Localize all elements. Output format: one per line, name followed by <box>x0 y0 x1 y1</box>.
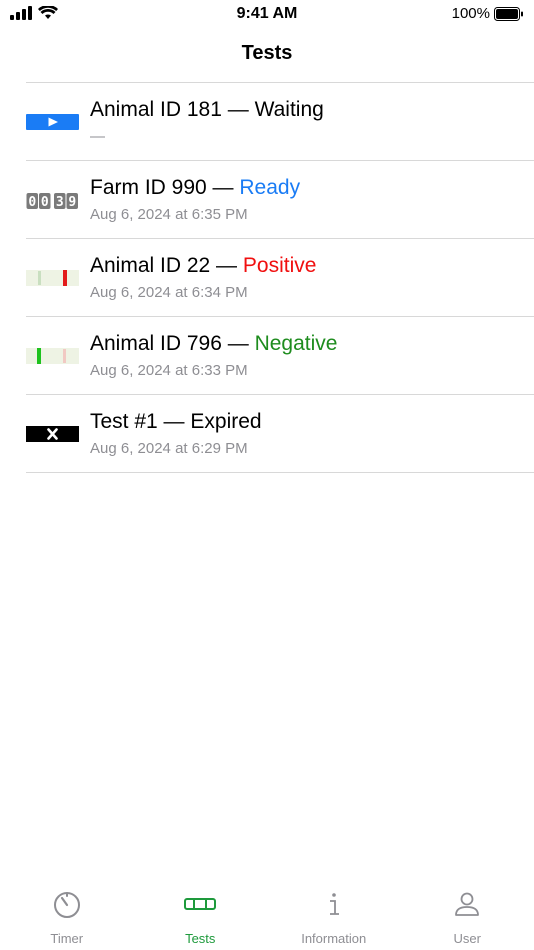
expired-icon <box>26 426 79 442</box>
test-status: Waiting <box>254 98 324 121</box>
test-row-animal-796[interactable]: Animal ID 796 — Negative Aug 6, 2024 at … <box>0 317 534 395</box>
tab-tests[interactable]: Tests <box>134 882 268 950</box>
tab-label: Tests <box>185 931 216 946</box>
test-date: Aug 6, 2024 at 6:34 PM <box>90 284 248 301</box>
test-date: Aug 6, 2024 at 6:33 PM <box>90 362 248 379</box>
test-status: Negative <box>254 332 338 355</box>
tab-label: Information <box>301 931 367 946</box>
tab-label: User <box>453 931 481 946</box>
countdown-digit: 3 <box>56 195 64 209</box>
test-title: Farm ID 990 — Ready <box>90 176 301 199</box>
countdown-digit: 0 <box>28 195 36 209</box>
test-title: Animal ID 22 — Positive <box>90 254 317 277</box>
status-right: 100% <box>452 5 524 22</box>
tab-timer[interactable]: Timer <box>0 882 134 950</box>
person-icon <box>455 892 480 916</box>
test-date: — <box>90 128 105 145</box>
tab-label: Timer <box>50 931 84 946</box>
timer-icon <box>53 892 80 918</box>
test-date: Aug 6, 2024 at 6:35 PM <box>90 206 248 223</box>
battery-icon <box>494 6 523 21</box>
status-bar: 9:41 AM 100% <box>0 0 534 30</box>
tab-bar: Timer Tests Information User <box>0 882 534 950</box>
test-strip-icon <box>184 898 217 910</box>
page-title: Tests <box>241 42 293 64</box>
info-icon <box>329 893 339 915</box>
test-title: Animal ID 796 — Negative <box>90 332 338 355</box>
play-icon <box>26 114 79 130</box>
battery-percent: 100% <box>451 5 490 22</box>
countdown-digit: 9 <box>68 195 76 209</box>
test-status: Positive <box>242 254 317 277</box>
test-title: Test #1 — Expired <box>90 410 262 433</box>
test-row-animal-22[interactable]: Animal ID 22 — Positive Aug 6, 2024 at 6… <box>0 239 534 317</box>
countdown-icon: 0 0 3 9 <box>26 192 79 209</box>
test-status: Expired <box>190 410 262 433</box>
positive-strip-icon <box>26 270 79 286</box>
tab-user[interactable]: User <box>401 882 534 950</box>
test-date: Aug 6, 2024 at 6:29 PM <box>90 440 248 457</box>
tab-information[interactable]: Information <box>267 882 401 950</box>
test-title: Animal ID 181 — Waiting <box>90 98 324 121</box>
test-row-animal-181[interactable]: Animal ID 181 — Waiting — <box>0 83 534 161</box>
test-row-farm-990[interactable]: 0 0 3 9 Farm ID 990 — Ready Aug 6, 2024 … <box>0 161 534 239</box>
countdown-digit: 0 <box>41 195 49 209</box>
test-row-test-1[interactable]: Test #1 — Expired Aug 6, 2024 at 6:29 PM <box>0 395 534 473</box>
test-status: Ready <box>239 176 301 199</box>
negative-strip-icon <box>26 348 79 364</box>
tests-list: Animal ID 181 — Waiting — 0 0 3 9 Farm I… <box>0 83 534 473</box>
